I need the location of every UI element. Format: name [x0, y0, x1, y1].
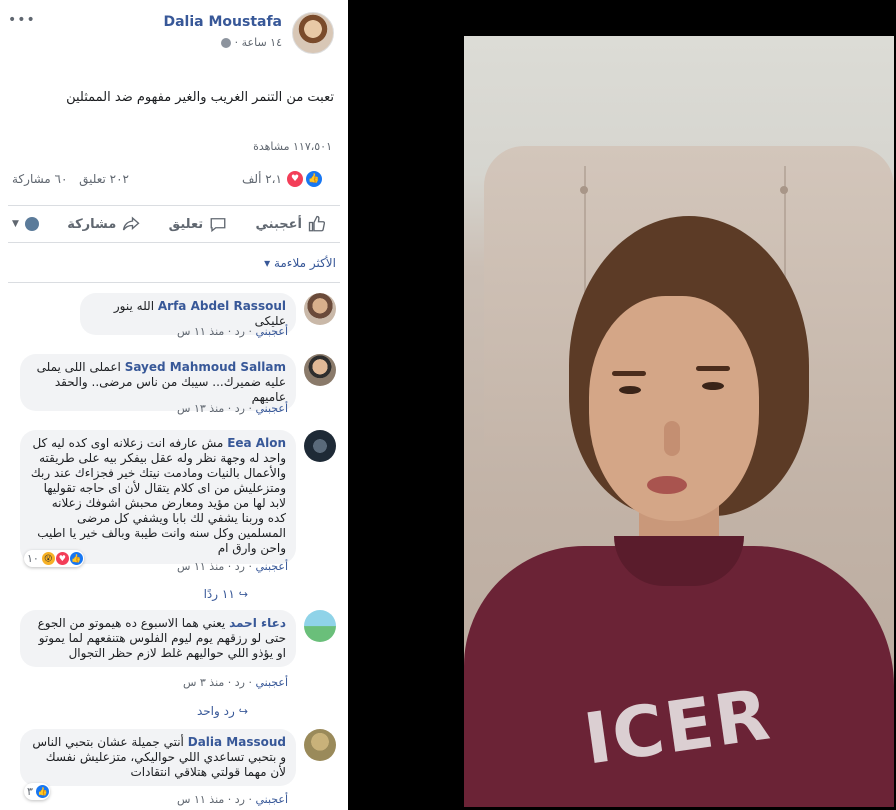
comment-bubble: Dalia Massoud أنتي جميلة عشان بتحبي النا…: [20, 729, 296, 786]
post-panel: Dalia Moustafa ١٤ ساعة · ••• تعبت من الت…: [0, 0, 348, 810]
comment-like-link[interactable]: أعجبني: [255, 676, 288, 689]
like-button[interactable]: أعجبني: [242, 215, 340, 233]
comment-meta-rest: · رد · منذ ٣ س: [182, 676, 256, 689]
commenter-avatar[interactable]: [304, 610, 336, 642]
author-avatar[interactable]: [292, 12, 334, 54]
comment-meta: أعجبني · رد · منذ ٣ س: [183, 676, 288, 689]
comment-item: Arfa Abdel Rassoul الله ينور عليكى أعجبن…: [10, 293, 336, 353]
more-options-icon[interactable]: •••: [8, 12, 36, 28]
reply-arrow-icon: ↪: [238, 705, 248, 718]
like-reaction-icon: 👍: [34, 784, 50, 799]
share-icon: [123, 216, 140, 231]
person-eye: [619, 386, 641, 394]
comment-meta: أعجبني · رد · منذ ١١ س: [177, 560, 288, 573]
replies-count: رد واحد: [196, 704, 235, 718]
comment-meta-rest: · رد · منذ ١٣ س: [177, 402, 256, 415]
comment-reaction-count: ٣: [27, 785, 33, 798]
person-nose: [664, 421, 680, 456]
post-header: Dalia Moustafa ١٤ ساعة · •••: [0, 8, 334, 58]
commenter-name[interactable]: دعاء احمد: [229, 616, 286, 630]
commenter-avatar[interactable]: [304, 729, 336, 761]
comment-item: Eea Alon مش عارفه انت زعلانه اوى كده ليه…: [10, 430, 336, 605]
headboard-tuft: [780, 186, 788, 194]
commenter-name[interactable]: Dalia Massoud: [188, 735, 286, 749]
like-button-label: أعجبني: [255, 216, 302, 232]
shares-count[interactable]: ٦٠ مشاركة: [12, 172, 67, 186]
comment-reaction-count: ١٠: [27, 552, 39, 565]
comment-button[interactable]: تعليق: [155, 215, 242, 233]
video-player-area[interactable]: ICER: [348, 0, 896, 810]
person-eye: [702, 382, 724, 390]
comment-meta: أعجبني · رد · منذ ١١ س: [177, 325, 288, 338]
comments-count[interactable]: ٢٠٢ تعليق: [79, 172, 129, 186]
person-mouth: [647, 476, 687, 494]
thumbs-up-icon: [308, 215, 326, 232]
commenter-avatar[interactable]: [304, 354, 336, 386]
commenter-name[interactable]: Sayed Mahmoud Sallam: [125, 360, 286, 374]
post-time-text: ١٤ ساعة ·: [234, 36, 282, 49]
replies-count: ١١ ردًا: [203, 587, 235, 601]
comment-like-link[interactable]: أعجبني: [255, 560, 288, 573]
comment-like-link[interactable]: أعجبني: [255, 793, 288, 806]
commenter-name[interactable]: Eea Alon: [227, 436, 286, 450]
comment-icon: [210, 218, 226, 233]
comment-meta-rest: · رد · منذ ١١ س: [177, 793, 256, 806]
comment-meta: أعجبني · رد · منذ ١١ س: [177, 793, 288, 806]
comment-item: Sayed Mahmoud Sallam اعملى اللى يملى علي…: [10, 354, 336, 424]
comment-reactions-badge[interactable]: ١٠ 😮 ♥ 👍: [24, 550, 84, 567]
comment-item: دعاء احمد يعني هما الاسبوع ده هيموتو من …: [10, 610, 336, 720]
love-reaction-icon: ♥: [54, 551, 70, 566]
globe-icon: [220, 37, 231, 48]
view-replies-link[interactable]: ↪رد واحد: [197, 704, 248, 718]
comment-share-counts: ٢٠٢ تعليق ٦٠ مشاركة: [12, 172, 129, 186]
comment-meta: أعجبني · رد · منذ ١٣ س: [177, 402, 288, 415]
reply-arrow-icon: ↪: [238, 588, 248, 601]
like-reaction-icon: 👍: [68, 551, 84, 566]
like-reaction-icon: 👍: [305, 170, 323, 188]
wow-reaction-icon: 😮: [40, 551, 56, 566]
reaction-group[interactable]: ٢،١ ألف ♥ 👍: [242, 170, 323, 188]
post-text: تعبت من التنمر الغريب والغير مفهوم ضد ال…: [66, 90, 334, 105]
comment-bubble: دعاء احمد يعني هما الاسبوع ده هيموتو من …: [20, 610, 296, 667]
comment-bubble: Eea Alon مش عارفه انت زعلانه اوى كده ليه…: [20, 430, 296, 564]
commenter-name[interactable]: Arfa Abdel Rassoul: [158, 299, 286, 313]
divider: [8, 282, 340, 283]
comment-like-link[interactable]: أعجبني: [255, 325, 288, 338]
selector-avatar: [24, 217, 39, 231]
chevron-down-icon: ▼: [12, 219, 19, 229]
comment-meta-rest: · رد · منذ ١١ س: [177, 325, 256, 338]
comment-like-link[interactable]: أعجبني: [255, 402, 288, 415]
comment-reactions-badge[interactable]: ٣ 👍: [24, 783, 50, 800]
author-name[interactable]: Dalia Moustafa: [163, 14, 282, 30]
reactions-summary: ٢،١ ألف ♥ 👍 ٢٠٢ تعليق ٦٠ مشاركة: [12, 170, 336, 192]
comment-item: Dalia Massoud أنتي جميلة عشان بتحبي النا…: [10, 729, 336, 809]
commenter-avatar[interactable]: [304, 293, 336, 325]
comment-button-label: تعليق: [168, 216, 204, 232]
share-button-label: مشاركة: [67, 216, 117, 232]
view-count: ١١٧،٥٠١ مشاهدة: [253, 140, 332, 153]
comment-meta-rest: · رد · منذ ١١ س: [177, 560, 256, 573]
person-brow: [612, 371, 646, 376]
share-button[interactable]: مشاركة: [53, 215, 154, 233]
view-replies-link[interactable]: ↪١١ ردًا: [204, 587, 248, 601]
audience-selector[interactable]: ▼: [8, 217, 53, 231]
comment-sort-dropdown[interactable]: الأكثر ملاءمة ▾: [264, 256, 336, 270]
person-brow: [696, 366, 730, 371]
reaction-count: ٢،١ ألف: [242, 172, 282, 186]
love-reaction-icon: ♥: [286, 170, 304, 188]
commenter-avatar[interactable]: [304, 430, 336, 462]
headboard-tuft: [580, 186, 588, 194]
video-frame[interactable]: ICER: [464, 36, 894, 807]
post-actions: أعجبني تعليق مشاركة ▼: [8, 205, 340, 243]
comment-text: مش عارفه انت زعلانه اوى كده ليه كل واحد …: [30, 436, 286, 555]
post-timestamp[interactable]: ١٤ ساعة ·: [220, 36, 282, 49]
